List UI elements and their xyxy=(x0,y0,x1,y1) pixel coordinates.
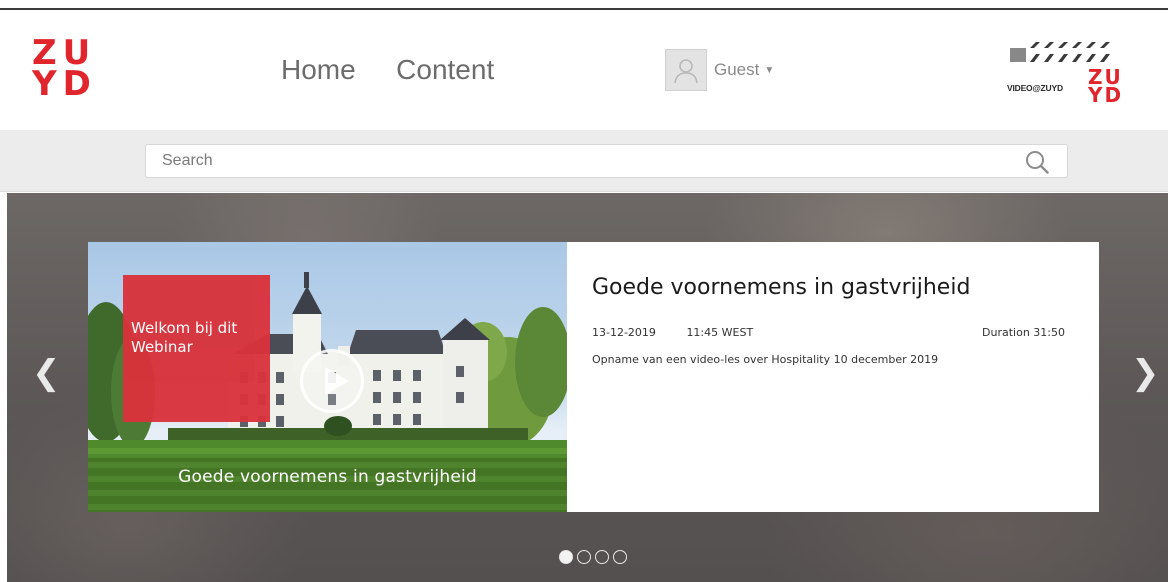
carousel-dot-2[interactable] xyxy=(577,550,591,564)
video-zuyd-logo[interactable]: VIDEO@ZUYD ZU YD xyxy=(1006,37,1126,105)
carousel-dot-3[interactable] xyxy=(595,550,609,564)
video-meta: 13-12-2019 11:45 WEST Duration 31:50 xyxy=(592,326,1065,339)
chevron-left-icon[interactable]: ❮ xyxy=(32,353,61,393)
video-thumbnail[interactable]: Welkom bij dit Webinar Goede voornemens … xyxy=(88,242,567,512)
video-time: 11:45 WEST xyxy=(686,326,754,339)
user-menu[interactable]: Guest ▼ xyxy=(665,49,774,91)
video-date: 13-12-2019 xyxy=(592,326,656,339)
featured-carousel: ❮ ❯ Welkom bij dit Webinar Goede voornem… xyxy=(7,193,1168,582)
featured-video-card[interactable]: Welkom bij dit Webinar Goede voornemens … xyxy=(88,242,1099,512)
carousel-dot-1[interactable] xyxy=(559,550,573,564)
video-description: Opname van een video-les over Hospitalit… xyxy=(592,353,939,366)
chevron-right-icon[interactable]: ❯ xyxy=(1131,353,1160,393)
thumbnail-caption: Goede voornemens in gastvrijheid xyxy=(178,467,477,487)
user-name: Guest xyxy=(714,60,760,79)
user-silhouette-icon xyxy=(665,49,707,91)
carousel-dot-4[interactable] xyxy=(613,550,627,564)
nav-home-link[interactable]: Home xyxy=(281,54,356,85)
video-logo-zuyd-mark: ZU YD xyxy=(1088,65,1124,107)
carousel-pagination xyxy=(559,550,631,564)
video-info: Goede voornemens in gastvrijheid 13-12-2… xyxy=(567,242,1099,512)
webinar-overlay-text: Welkom bij dit Webinar xyxy=(131,319,238,356)
search-box xyxy=(145,144,1068,178)
video-title[interactable]: Goede voornemens in gastvrijheid xyxy=(592,275,970,300)
search-bar xyxy=(0,130,1168,192)
play-icon[interactable] xyxy=(300,349,364,413)
search-icon[interactable] xyxy=(1025,150,1049,174)
webinar-overlay-box: Welkom bij dit Webinar xyxy=(123,275,270,422)
main-nav: Home Content xyxy=(281,54,530,86)
caret-down-icon: ▼ xyxy=(764,64,775,76)
nav-content-link[interactable]: Content xyxy=(396,54,494,85)
video-duration: Duration 31:50 xyxy=(982,326,1065,339)
zuyd-logo[interactable]: ZU YD xyxy=(32,36,92,101)
header: ZU YD Home Content Guest ▼ VIDEO@ZUYD ZU… xyxy=(0,10,1168,130)
video-logo-text: VIDEO@ZUYD xyxy=(1007,83,1063,93)
search-input[interactable] xyxy=(162,145,1022,177)
